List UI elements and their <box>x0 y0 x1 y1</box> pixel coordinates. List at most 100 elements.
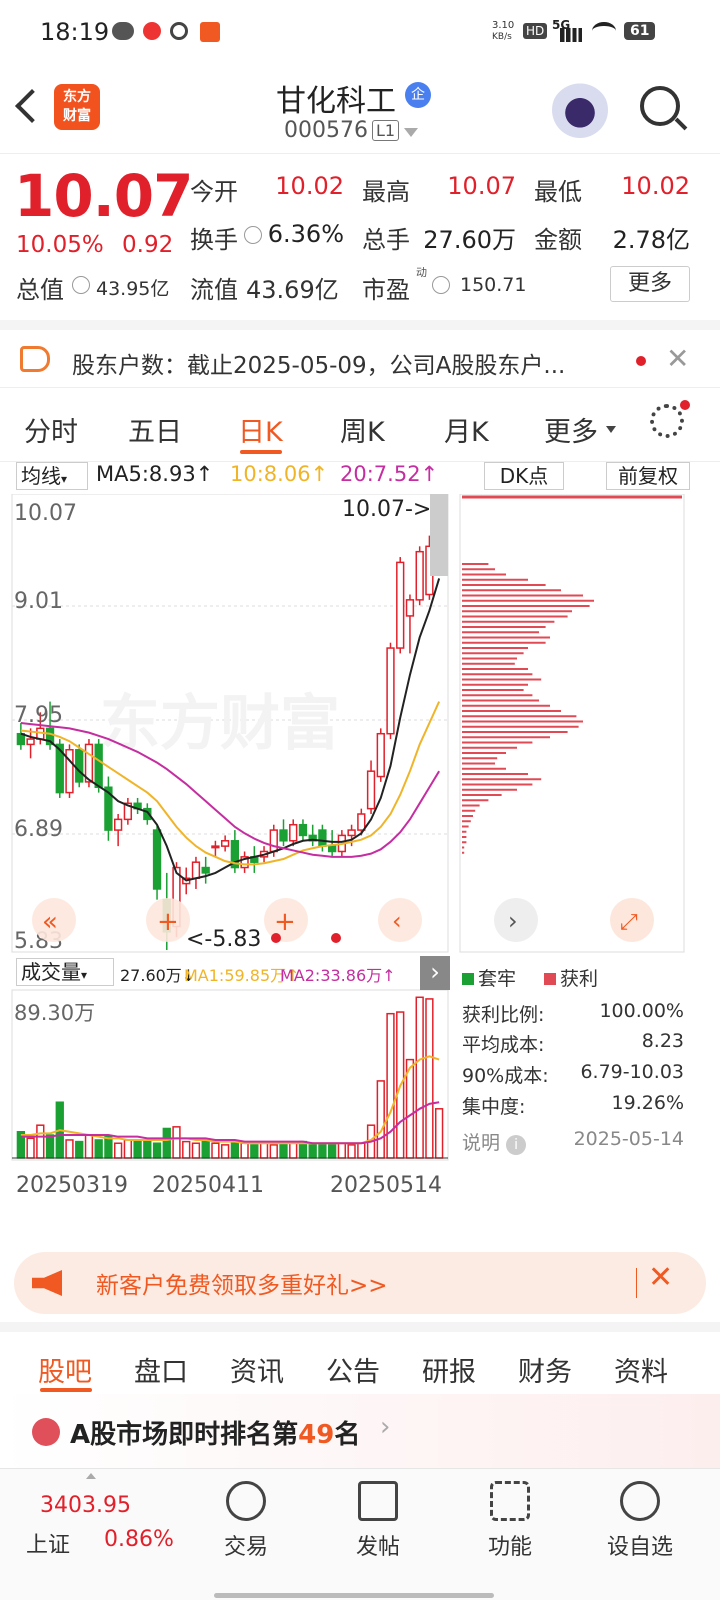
robot-avatar[interactable] <box>552 82 608 138</box>
tab-five-day[interactable]: 五日 <box>128 410 182 449</box>
candle-body <box>201 866 210 874</box>
open-label: 今开 <box>190 178 238 206</box>
dk-button[interactable]: DK点 <box>484 462 564 490</box>
yen-icon <box>226 1481 266 1521</box>
scroll-thumb[interactable] <box>430 494 448 576</box>
volume-bar <box>240 1142 249 1159</box>
volume-bar <box>259 1142 269 1159</box>
status-time: 18:19 <box>40 18 110 46</box>
pe-value: 150.71 <box>460 274 527 296</box>
rank-banner[interactable]: A股市场即时排名第49名 › <box>0 1394 720 1468</box>
gear-icon[interactable] <box>650 404 684 438</box>
wifi-icon <box>592 22 616 40</box>
eastmoney-logo[interactable]: 东方 财富 <box>54 84 100 130</box>
tab-more[interactable]: 更多 <box>544 410 598 449</box>
tab-announcement[interactable]: 公告 <box>326 1350 380 1389</box>
min-price-tag: <-5.83 <box>186 927 261 952</box>
more-button[interactable]: 更多 <box>610 266 690 302</box>
tab-weekly-k[interactable]: 周K <box>340 410 385 449</box>
chip-row-label-1: 平均成本: <box>462 1034 545 1056</box>
nav-post[interactable]: 发帖 <box>328 1481 428 1561</box>
volume-bar <box>279 1142 288 1159</box>
info-icon-3[interactable] <box>432 276 450 294</box>
minus-icon: + <box>157 907 179 937</box>
date-label-2: 20250411 <box>152 1173 264 1198</box>
nav-watchlist[interactable]: 设自选 <box>590 1481 690 1561</box>
nav-functions[interactable]: 功能 <box>460 1481 560 1561</box>
legend-profit-label: 获利 <box>560 968 599 990</box>
volume-bar <box>327 1144 337 1159</box>
ma10-value: 10:8.06↑ <box>230 462 329 486</box>
tab-finance[interactable]: 财务 <box>518 1350 572 1389</box>
chart-period-tabs: 分时 五日 日K 周K 月K 更多 <box>0 392 720 462</box>
y-label-4: 6.89 <box>14 817 63 842</box>
close-icon-promo[interactable]: ✕ <box>648 1260 673 1295</box>
close-icon[interactable]: ✕ <box>666 342 689 375</box>
price-change: 0.92 <box>122 232 174 258</box>
float-label: 流值 <box>190 276 238 304</box>
nav-post-label: 发帖 <box>355 1535 400 1560</box>
double-left-icon: « <box>42 907 58 937</box>
candle-body <box>415 550 424 601</box>
tab-research[interactable]: 研报 <box>422 1350 476 1389</box>
rank-number: 49 <box>298 1420 335 1450</box>
expand-right-button[interactable]: › <box>420 956 450 990</box>
rank-prefix: A股市场即时排名第 <box>70 1420 299 1450</box>
candle-body <box>318 829 327 847</box>
back-icon[interactable] <box>15 89 49 123</box>
candle-body <box>191 861 201 880</box>
tab-active-underline <box>240 450 282 454</box>
tab-pankou[interactable]: 盘口 <box>134 1350 188 1389</box>
ma-row: 均线▾ MA5:8.93↑ 10:8.06↑ 20:7.52↑ DK点 前复权 <box>0 462 720 494</box>
tab-monthly-k[interactable]: 月K <box>444 410 489 449</box>
adjust-button[interactable]: 前复权 <box>606 462 690 490</box>
tab-profile[interactable]: 资料 <box>614 1350 668 1389</box>
y-label-top: 10.07 <box>14 501 77 526</box>
chevron-down-icon[interactable] <box>404 128 418 137</box>
candle-body <box>347 829 356 837</box>
info-icon[interactable] <box>244 226 262 244</box>
current-price: 10.07 <box>14 162 193 230</box>
chip-note[interactable]: 说明 i <box>462 1128 527 1155</box>
app-icon-2 <box>200 22 220 42</box>
level-badge[interactable]: L1 <box>372 120 400 141</box>
vol-max-label: 89.30万 <box>14 1001 95 1025</box>
mcap-label: 总值 <box>16 276 64 304</box>
tab-intraday[interactable]: 分时 <box>24 410 78 449</box>
tab-daily-k[interactable]: 日K <box>238 410 283 449</box>
volume-bar <box>318 1144 327 1159</box>
volume-selector-label: 成交量 <box>21 960 81 984</box>
candle-body <box>376 732 385 778</box>
promo-banner[interactable]: 新客户免费领取多重好礼>> ✕ <box>14 1252 706 1314</box>
nav-trade[interactable]: 交易 <box>196 1481 296 1561</box>
high-label: 最高 <box>362 178 410 206</box>
status-bar: 18:19 3.10 KB/s HD 5G 61 <box>0 0 720 66</box>
volume-bar <box>337 1142 347 1159</box>
ma20-value: 20:7.52↑ <box>340 462 439 486</box>
plus-icon: + <box>274 907 296 937</box>
marker-dot-2 <box>331 933 341 943</box>
candle-body <box>327 845 337 853</box>
notice-text[interactable]: 股东户数：截止2025-05-09，公司A股股东户... <box>72 346 565 380</box>
candle-body <box>94 743 103 788</box>
volume-bar <box>152 1142 162 1159</box>
index-pct: 0.86% <box>104 1527 174 1552</box>
candle-body <box>357 813 366 831</box>
candle-body <box>211 845 220 849</box>
info-icon-2[interactable] <box>72 276 90 294</box>
candle-body <box>289 823 298 842</box>
notice-bar[interactable]: 股东户数：截止2025-05-09，公司A股股东户... ✕ <box>0 320 720 388</box>
volume-bar <box>45 1134 55 1159</box>
index-value[interactable]: 3403.95 <box>40 1493 131 1518</box>
candle-body <box>220 840 230 847</box>
chip-row-label-2: 90%成本: <box>462 1065 549 1087</box>
vol-ma2: MA2:33.86万↑ <box>280 966 396 985</box>
volume-bar <box>123 1139 133 1159</box>
video-icon <box>143 22 161 40</box>
tab-guba[interactable]: 股吧 <box>38 1350 92 1389</box>
volume-selector[interactable]: 成交量▾ <box>16 958 114 986</box>
tab-news[interactable]: 资讯 <box>230 1350 284 1389</box>
ma-selector[interactable]: 均线▾ <box>16 462 88 490</box>
pe-label: 市盈 <box>362 276 410 304</box>
promo-text[interactable]: 新客户免费领取多重好礼>> <box>96 1266 388 1300</box>
